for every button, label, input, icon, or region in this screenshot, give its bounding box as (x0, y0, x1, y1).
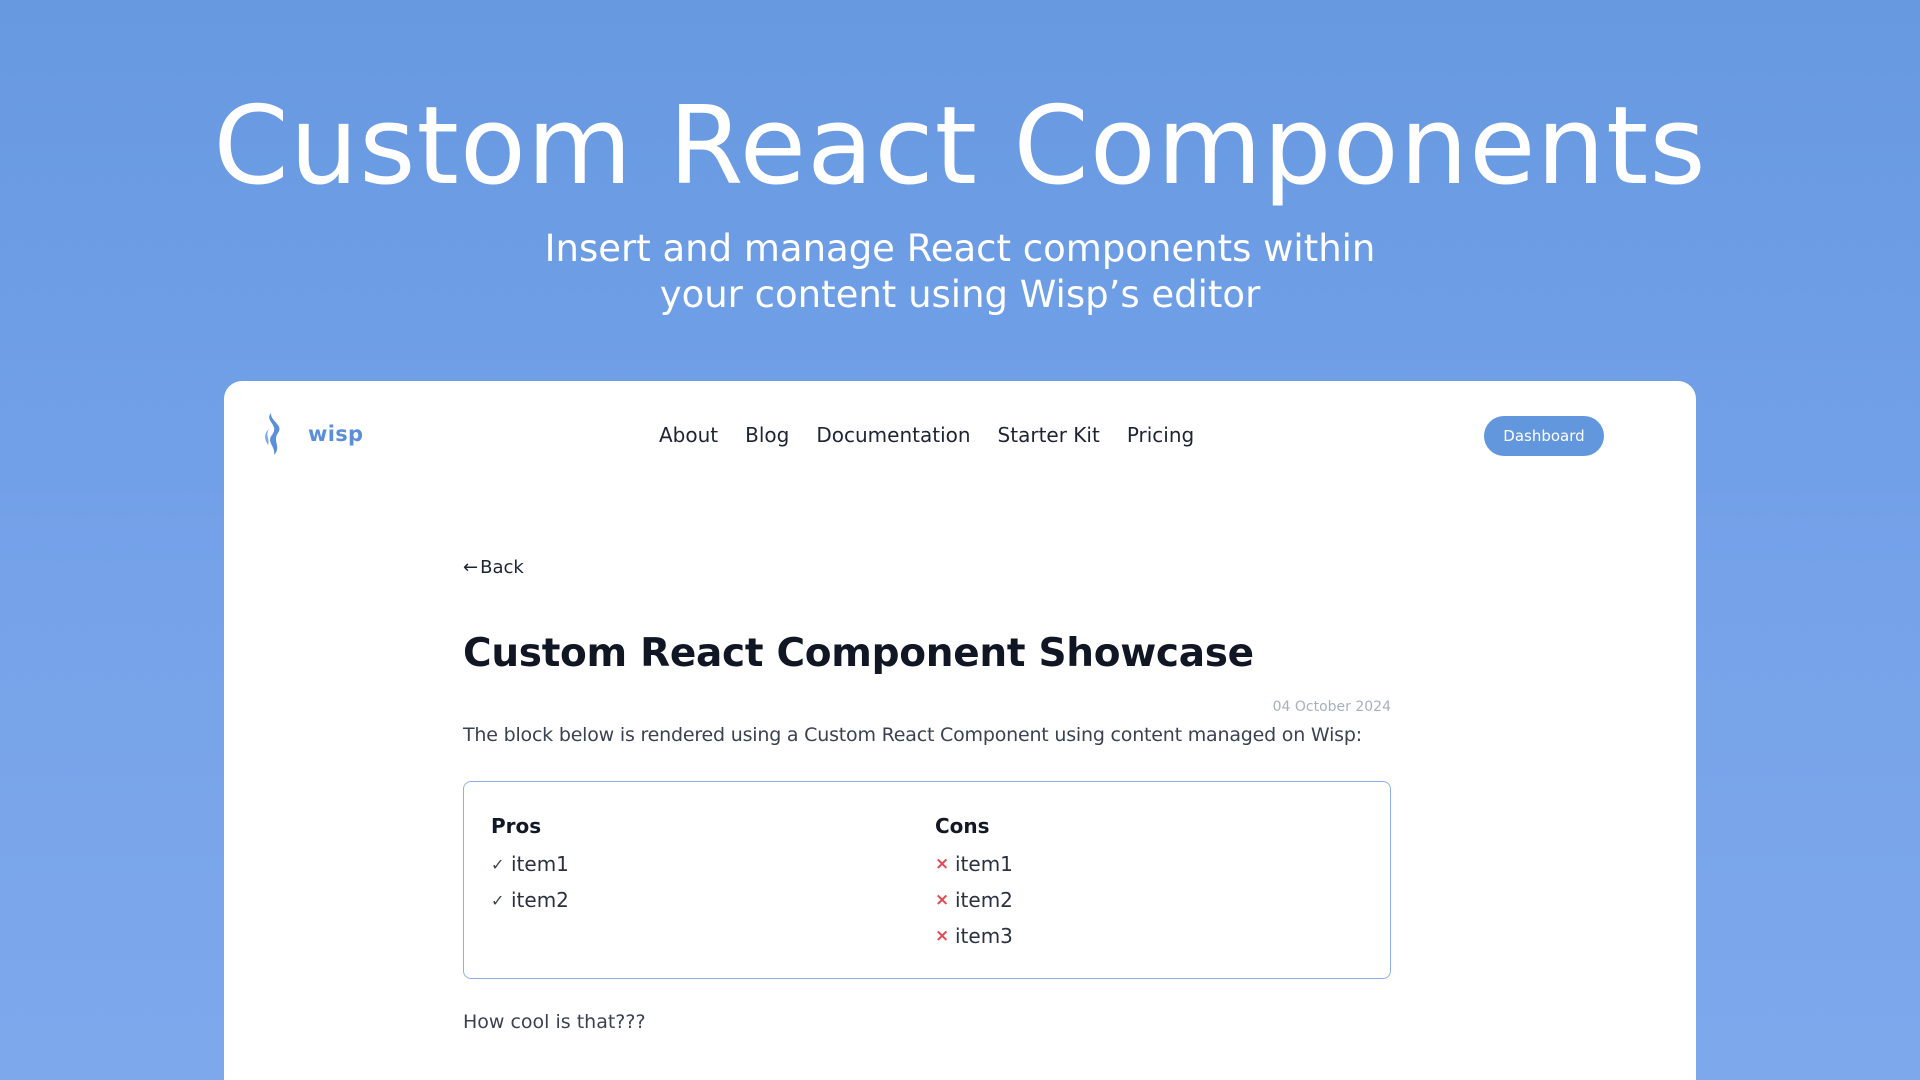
nav-link-starter-kit[interactable]: Starter Kit (998, 423, 1100, 447)
post-intro: The block below is rendered using a Cust… (463, 724, 1362, 746)
cons-heading: Cons (935, 814, 990, 838)
con-item-label: item2 (955, 888, 1013, 912)
nav-link-pricing[interactable]: Pricing (1127, 423, 1194, 447)
pro-item: ✓ item1 (491, 846, 569, 882)
hero-title: Custom React Components (213, 84, 1707, 209)
dashboard-button[interactable]: Dashboard (1484, 416, 1604, 456)
post-date: 04 October 2024 (1272, 699, 1391, 715)
cross-icon: × (935, 854, 950, 874)
hero-subtitle-line-1: Insert and manage React components withi… (544, 227, 1376, 270)
con-item-label: item3 (955, 924, 1013, 948)
pros-heading: Pros (491, 814, 542, 838)
con-item-label: item1 (955, 852, 1013, 876)
flame-logo-icon (260, 411, 286, 457)
pros-column: Pros ✓ item1 ✓ item2 (491, 814, 569, 918)
hero-subtitle-line-2: your content using Wisp’s editor (659, 273, 1261, 316)
site-logo[interactable]: wisp (260, 411, 363, 457)
con-item: × item3 (935, 918, 1013, 954)
con-item: × item1 (935, 846, 1013, 882)
cross-icon: × (935, 926, 950, 946)
pros-cons-component: Pros ✓ item1 ✓ item2 Cons × item1 × item… (463, 781, 1391, 979)
logo-text: wisp (308, 422, 364, 446)
nav-link-about[interactable]: About (659, 423, 718, 447)
con-item: × item2 (935, 882, 1013, 918)
cons-list: × item1 × item2 × item3 (935, 846, 1013, 954)
pro-item: ✓ item2 (491, 882, 569, 918)
post-title: Custom React Component Showcase (463, 631, 1254, 676)
pro-item-label: item2 (511, 888, 569, 912)
back-label: Back (480, 557, 524, 578)
nav-link-documentation[interactable]: Documentation (816, 423, 970, 447)
back-link[interactable]: ← Back (463, 557, 524, 578)
main-nav: About Blog Documentation Starter Kit Pri… (659, 423, 1194, 447)
cross-icon: × (935, 890, 950, 910)
pros-list: ✓ item1 ✓ item2 (491, 846, 569, 918)
cons-column: Cons × item1 × item2 × item3 (935, 814, 1013, 954)
nav-link-blog[interactable]: Blog (745, 423, 789, 447)
check-icon: ✓ (491, 890, 505, 910)
browser-window: wisp About Blog Documentation Starter Ki… (224, 381, 1696, 1080)
pro-item-label: item1 (511, 852, 569, 876)
check-icon: ✓ (491, 854, 505, 874)
post-outro: How cool is that??? (463, 1011, 646, 1033)
hero-subtitle: Insert and manage React components withi… (0, 226, 1920, 318)
arrow-left-icon: ← (463, 557, 479, 578)
